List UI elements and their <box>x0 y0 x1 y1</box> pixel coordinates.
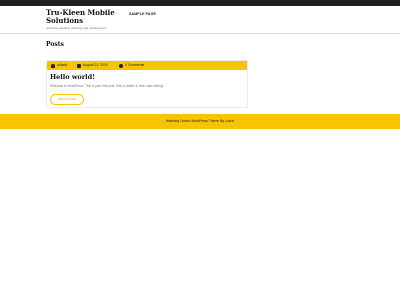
comment-icon <box>119 63 123 68</box>
page-title: Posts <box>46 41 64 48</box>
site-tagline: pressure washing, cleaning and maintenan… <box>46 26 107 30</box>
post-card: adfadh August 21, 2019 0 Comments Hello … <box>46 60 248 108</box>
post-title[interactable]: Hello world! <box>50 73 95 81</box>
post-comments[interactable]: 0 Comments <box>119 61 144 70</box>
nav-item-sample-page[interactable]: SAMPLE PAGE <box>129 12 156 17</box>
post-author[interactable]: adfadh <box>51 61 67 70</box>
site-footer: Washing Center WordPress Theme By Luzuk <box>0 114 400 129</box>
calendar-icon <box>77 63 81 68</box>
read-more-button[interactable]: READ MORE <box>50 94 84 105</box>
site-header: Tru-Kleen Mobile Solutions pressure wash… <box>0 6 400 33</box>
post-excerpt: Welcome to WordPress. This is your first… <box>50 84 164 88</box>
site-title[interactable]: Tru-Kleen Mobile Solutions <box>46 9 126 25</box>
post-author-name: adfadh <box>57 63 68 67</box>
footer-credit: Washing Center WordPress Theme By Luzuk <box>165 119 235 123</box>
post-date-text: August 21, 2019 <box>83 63 108 67</box>
user-icon <box>51 63 55 68</box>
header-divider <box>0 33 400 34</box>
post-comments-text: 0 Comments <box>125 63 145 67</box>
post-meta-bar: adfadh August 21, 2019 0 Comments <box>47 61 247 70</box>
post-date[interactable]: August 21, 2019 <box>77 61 108 70</box>
